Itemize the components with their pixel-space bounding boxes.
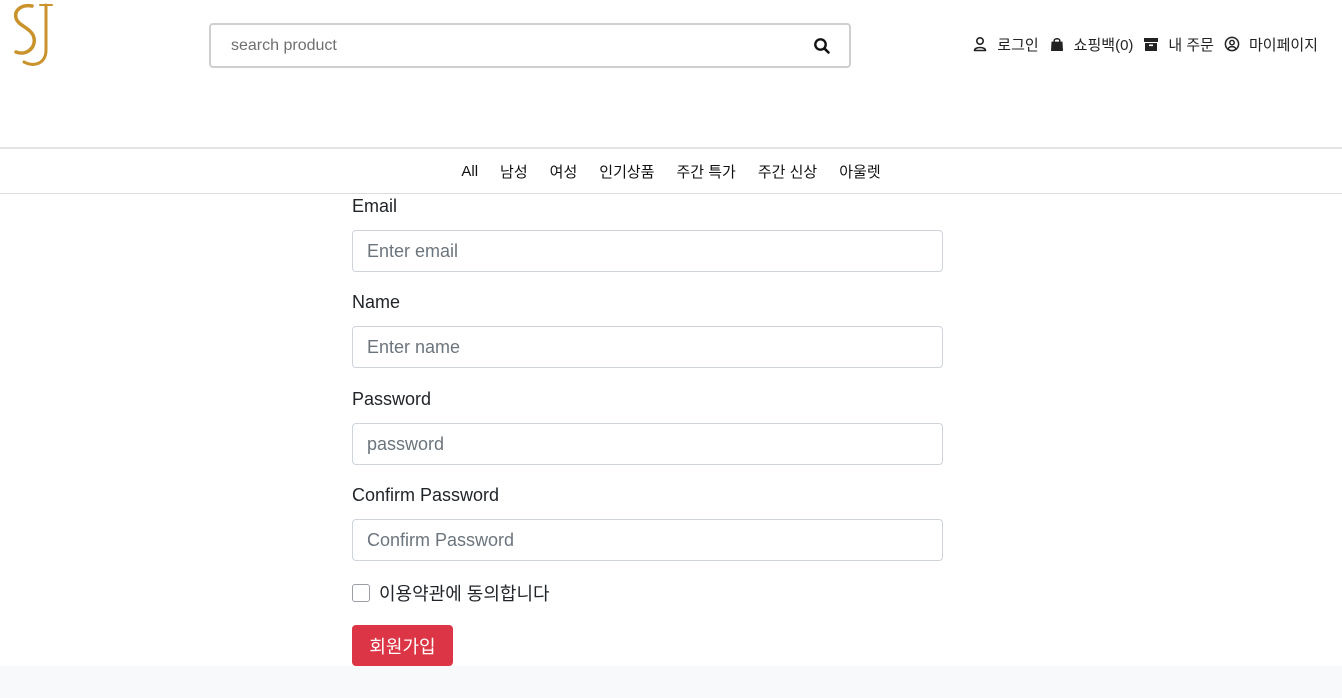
name-label: Name: [352, 292, 401, 312]
terms-checkbox[interactable]: [352, 584, 370, 602]
header-links: 로그인 쇼핑백(0) 내 주문 마이페이지: [972, 33, 1318, 55]
nav-item-men[interactable]: 남성: [500, 161, 528, 182]
mypage-link[interactable]: 마이페이지: [1224, 34, 1318, 55]
login-label: 로그인: [997, 36, 1039, 54]
confirm-password-label: Confirm Password: [352, 485, 500, 505]
password-field[interactable]: [352, 423, 943, 465]
nav-item-outlet[interactable]: 아울렛: [839, 161, 880, 182]
nav-item-weekly-new[interactable]: 주간 신상: [758, 161, 817, 182]
mypage-label: 마이페이지: [1248, 36, 1318, 54]
logo[interactable]: [10, 2, 60, 68]
terms-label[interactable]: 이용약관에 동의합니다: [379, 580, 550, 606]
signup-button[interactable]: 회원가입: [352, 625, 453, 666]
email-label: Email: [352, 196, 398, 216]
search-input[interactable]: [211, 25, 801, 66]
nav-item-women[interactable]: 여성: [550, 161, 578, 182]
search-icon[interactable]: [813, 37, 831, 55]
password-label: Password: [352, 389, 432, 409]
logo-mark: [13, 3, 53, 66]
login-link[interactable]: 로그인: [972, 34, 1039, 55]
user-circle-icon: [1224, 36, 1240, 52]
search-box: [209, 23, 851, 68]
nav-item-popular[interactable]: 인기상품: [599, 161, 654, 182]
nav-item-all[interactable]: All: [461, 163, 478, 180]
my-orders-link[interactable]: 내 주문: [1143, 34, 1214, 55]
category-nav: All 남성 여성 인기상품 주간 특가 주간 신상 아울렛: [0, 147, 1342, 194]
terms-agreement: 이용약관에 동의합니다: [352, 580, 550, 606]
nav-item-weekly-deals[interactable]: 주간 특가: [676, 161, 735, 182]
user-icon: [973, 36, 987, 52]
shopping-bag-link[interactable]: 쇼핑백(0): [1049, 34, 1134, 55]
footer-band: [0, 666, 1342, 698]
name-field[interactable]: [352, 326, 943, 368]
shopping-bag-label: 쇼핑백(0): [1073, 36, 1134, 54]
confirm-password-field[interactable]: [352, 519, 943, 561]
box-icon: [1144, 38, 1159, 51]
shopping-bag-icon: [1050, 38, 1063, 51]
my-orders-label: 내 주문: [1168, 36, 1214, 54]
email-field[interactable]: [352, 230, 943, 272]
